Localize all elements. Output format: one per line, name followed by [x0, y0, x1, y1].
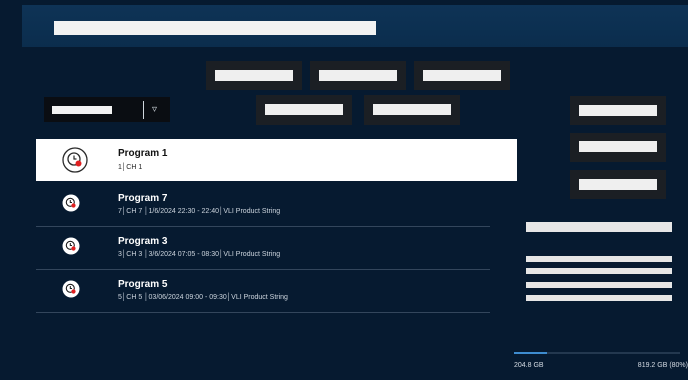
details-heading-placeholder	[526, 222, 672, 232]
clock-record-icon	[62, 237, 80, 255]
side-button-1-label	[579, 105, 657, 116]
storage-used-label: 204.8 GB	[514, 362, 544, 369]
clock-record-icon	[62, 280, 80, 298]
recording-title: Program 3	[118, 236, 168, 247]
recording-title: Program 5	[118, 279, 168, 290]
clock-record-icon	[62, 147, 88, 173]
storage-free-label: 819.2 GB (80%)	[637, 362, 688, 369]
filter-button-1[interactable]	[206, 61, 302, 90]
recording-row[interactable]: Program 3 3│CH 3 │3/6/2024 07:05 - 08:30…	[36, 225, 490, 270]
storage-bar-fill	[514, 352, 548, 354]
action-button-2-label	[373, 104, 451, 115]
recording-details: 7│CH 7 │1/6/2024 22:30 - 22:40│VLI Produ…	[118, 208, 281, 215]
recording-title: Program 1	[118, 148, 168, 159]
clock-record-icon	[62, 194, 80, 212]
filter-button-2[interactable]	[310, 61, 406, 90]
action-button-2[interactable]	[364, 95, 460, 125]
recording-details: 1│CH 1	[118, 164, 143, 171]
filter-button-2-label	[319, 70, 397, 81]
sort-dropdown[interactable]: ▿	[44, 97, 170, 122]
details-line-placeholder	[526, 256, 672, 262]
recording-row[interactable]: Program 5 5│CH 5 │03/06/2024 09:00 - 09:…	[36, 268, 490, 313]
recording-title: Program 7	[118, 193, 168, 204]
dropdown-divider	[143, 101, 144, 119]
action-button-1-label	[265, 104, 343, 115]
side-button-2-label	[579, 141, 657, 152]
recording-details: 5│CH 5 │03/06/2024 09:00 - 09:30│VLI Pro…	[118, 294, 288, 301]
side-button-1[interactable]	[570, 96, 666, 125]
dropdown-value	[52, 106, 112, 114]
details-line-placeholder	[526, 295, 672, 301]
recording-details: 3│CH 3 │3/6/2024 07:05 - 08:30│VLI Produ…	[118, 251, 281, 258]
page-title	[54, 21, 376, 35]
side-button-2[interactable]	[570, 133, 666, 162]
side-button-3-label	[579, 179, 657, 190]
filter-button-1-label	[215, 70, 293, 81]
details-line-placeholder	[526, 268, 672, 274]
action-button-1[interactable]	[256, 95, 352, 125]
side-button-3[interactable]	[570, 170, 666, 199]
filter-button-3[interactable]	[414, 61, 510, 90]
recording-row[interactable]: Program 1 1│CH 1	[36, 139, 517, 181]
filter-button-3-label	[423, 70, 501, 81]
header-bar	[22, 5, 688, 47]
details-line-placeholder	[526, 282, 672, 288]
chevron-down-icon: ▿	[152, 104, 158, 115]
recording-row[interactable]: Program 7 7│CH 7 │1/6/2024 22:30 - 22:40…	[36, 182, 490, 227]
